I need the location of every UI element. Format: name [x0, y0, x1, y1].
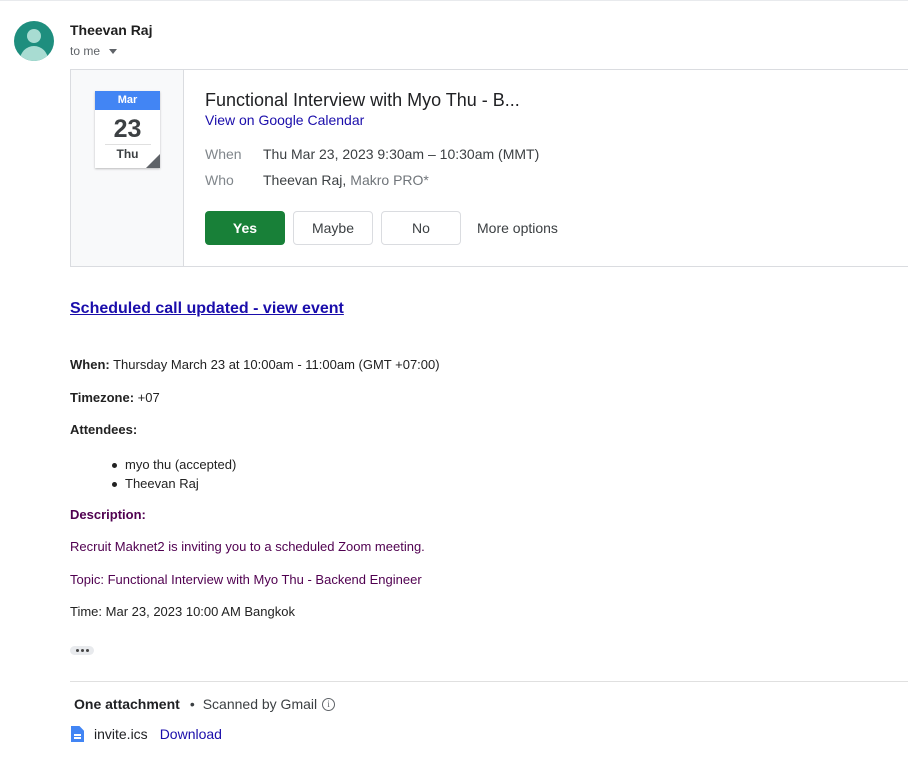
who-label: Who: [205, 172, 234, 188]
event-when-row: When Thu Mar 23, 2023 9:30am – 10:30am (…: [205, 146, 539, 162]
when-value: Thu Mar 23, 2023 9:30am – 10:30am (MMT): [263, 146, 540, 162]
event-title: Functional Interview with Myo Thu - B...: [205, 90, 520, 110]
scan-status: Scanned by Gmail: [202, 696, 318, 712]
calendar-invite-card: Mar 23 Thu Functional Interview with Myo…: [70, 69, 908, 267]
recipient-details-toggle[interactable]: to me: [70, 44, 118, 58]
who-other-guests[interactable]: Makro PRO*: [350, 172, 429, 188]
who-organizer: Theevan Raj,: [263, 172, 347, 188]
attachment-count: One attachment: [74, 696, 180, 712]
attendee-list: myo thu (accepted) Theevan Raj: [111, 455, 237, 493]
when-label: When: [205, 146, 242, 162]
attachment-header: One attachment • Scanned by Gmail i: [74, 696, 336, 712]
chevron-down-icon[interactable]: [109, 49, 118, 54]
attendees-heading: Attendees:: [70, 422, 137, 437]
rsvp-maybe-button[interactable]: Maybe: [293, 211, 373, 245]
download-link[interactable]: Download: [160, 726, 222, 742]
avatar-head-shape: [27, 29, 41, 43]
rsvp-no-button[interactable]: No: [381, 211, 461, 245]
top-divider: [0, 0, 908, 1]
calendar-date-icon: Mar 23 Thu: [95, 91, 160, 168]
timezone-label: Timezone:: [70, 390, 135, 405]
ellipsis-dot: [80, 649, 84, 652]
event-who-row: Who Theevan Raj, Makro PRO*: [205, 172, 429, 188]
timezone-value: +07: [134, 390, 160, 405]
view-on-google-calendar-link[interactable]: View on Google Calendar: [205, 112, 364, 128]
separator-dot: •: [189, 696, 195, 712]
recipient-label: to me: [70, 44, 101, 58]
file-icon: [71, 726, 84, 742]
description-heading: Description:: [70, 507, 146, 522]
when-paragraph: When: Thursday March 23 at 10:00am - 11:…: [70, 357, 440, 372]
attachment-divider: [70, 681, 908, 682]
timezone-paragraph: Timezone: +07: [70, 390, 160, 405]
attendee-item: myo thu (accepted): [111, 457, 237, 472]
attachment-row: invite.ics Download: [71, 726, 222, 742]
more-options-button[interactable]: More options: [477, 220, 558, 236]
calendar-day: 23: [113, 115, 142, 143]
sender-name[interactable]: Theevan Raj: [70, 22, 152, 38]
calendar-icon-panel: Mar 23 Thu: [71, 70, 184, 266]
ellipsis-dot: [85, 649, 89, 652]
body-when-label: When:: [70, 357, 110, 372]
attendees-label: Attendees:: [70, 422, 138, 437]
meeting-time-line: Time: Mar 23, 2023 10:00 AM Bangkok: [70, 604, 295, 619]
body-when-value: Thursday March 23 at 10:00am - 11:00am (…: [109, 357, 440, 372]
page-fold-icon: [146, 154, 160, 168]
sender-avatar[interactable]: [14, 21, 54, 61]
show-trimmed-content-button[interactable]: [70, 646, 94, 655]
calendar-month: Mar: [95, 91, 160, 110]
rsvp-yes-button[interactable]: Yes: [205, 211, 285, 245]
description-label: Description:: [70, 507, 146, 522]
attendee-item: Theevan Raj: [111, 474, 236, 493]
scheduled-call-link[interactable]: Scheduled call updated - view event: [70, 300, 344, 318]
ellipsis-dot: [75, 649, 79, 652]
description-line-2: Topic: Functional Interview with Myo Thu…: [70, 572, 422, 587]
attachment-file-name[interactable]: invite.ics: [94, 726, 148, 742]
info-icon[interactable]: i: [322, 697, 336, 711]
description-line-1: Recruit Maknet2 is inviting you to a sch…: [70, 539, 425, 554]
avatar-body-shape: [20, 46, 48, 61]
